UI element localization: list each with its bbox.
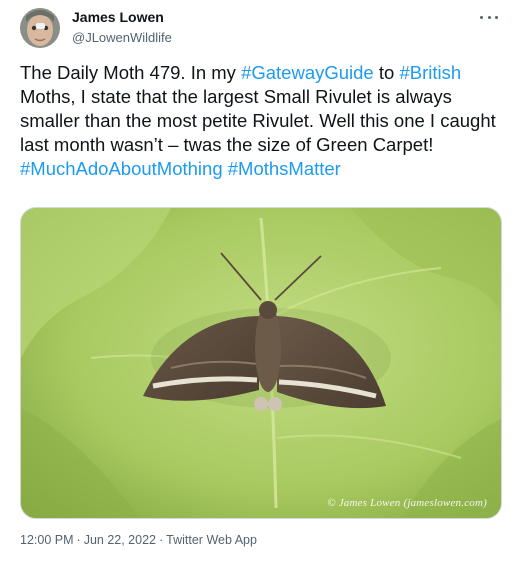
tweet-time: 12:00 PM xyxy=(20,533,74,547)
author-display-name[interactable]: James Lowen xyxy=(72,8,172,26)
hashtag-link[interactable]: #GatewayGuide xyxy=(241,62,374,83)
tweet-timestamp[interactable]: 12:00 PM · Jun 22, 2022 xyxy=(20,533,156,547)
tweet-card: James Lowen @JLowenWildlife The Daily Mo… xyxy=(0,0,516,565)
tweet-text-segment: to xyxy=(373,62,400,83)
author-handle[interactable]: @JLowenWildlife xyxy=(72,29,172,47)
tweet-text-segment: The Daily Moth 479. In my xyxy=(20,62,242,83)
hashtag-link[interactable]: #British xyxy=(399,62,461,83)
separator: · xyxy=(158,533,164,547)
tweet-text-segment: Moths, I state that the largest Small Ri… xyxy=(20,86,496,155)
avatar[interactable] xyxy=(20,8,60,48)
tweet-date: Jun 22, 2022 xyxy=(83,533,156,547)
avatar-photo-icon xyxy=(20,8,60,48)
tweet-text: The Daily Moth 479. In my #GatewayGuide … xyxy=(20,61,506,181)
image-credit: © James Lowen (jameslowen.com) xyxy=(327,497,487,509)
hashtag-link[interactable]: #MothsMatter xyxy=(228,158,341,179)
tweet-header: James Lowen @JLowenWildlife xyxy=(20,8,504,48)
hashtag-link[interactable]: #MuchAdoAboutMothing xyxy=(20,158,223,179)
more-options-icon[interactable] xyxy=(480,10,498,24)
separator: · xyxy=(76,533,81,547)
tweet-metadata: 12:00 PM · Jun 22, 2022 · Twitter Web App xyxy=(20,532,257,548)
author-info[interactable]: James Lowen @JLowenWildlife xyxy=(72,8,172,47)
moth-on-leaf-photo xyxy=(21,208,501,518)
tweet-source[interactable]: Twitter Web App xyxy=(166,533,257,547)
tweet-photo[interactable]: © James Lowen (jameslowen.com) xyxy=(20,207,502,519)
